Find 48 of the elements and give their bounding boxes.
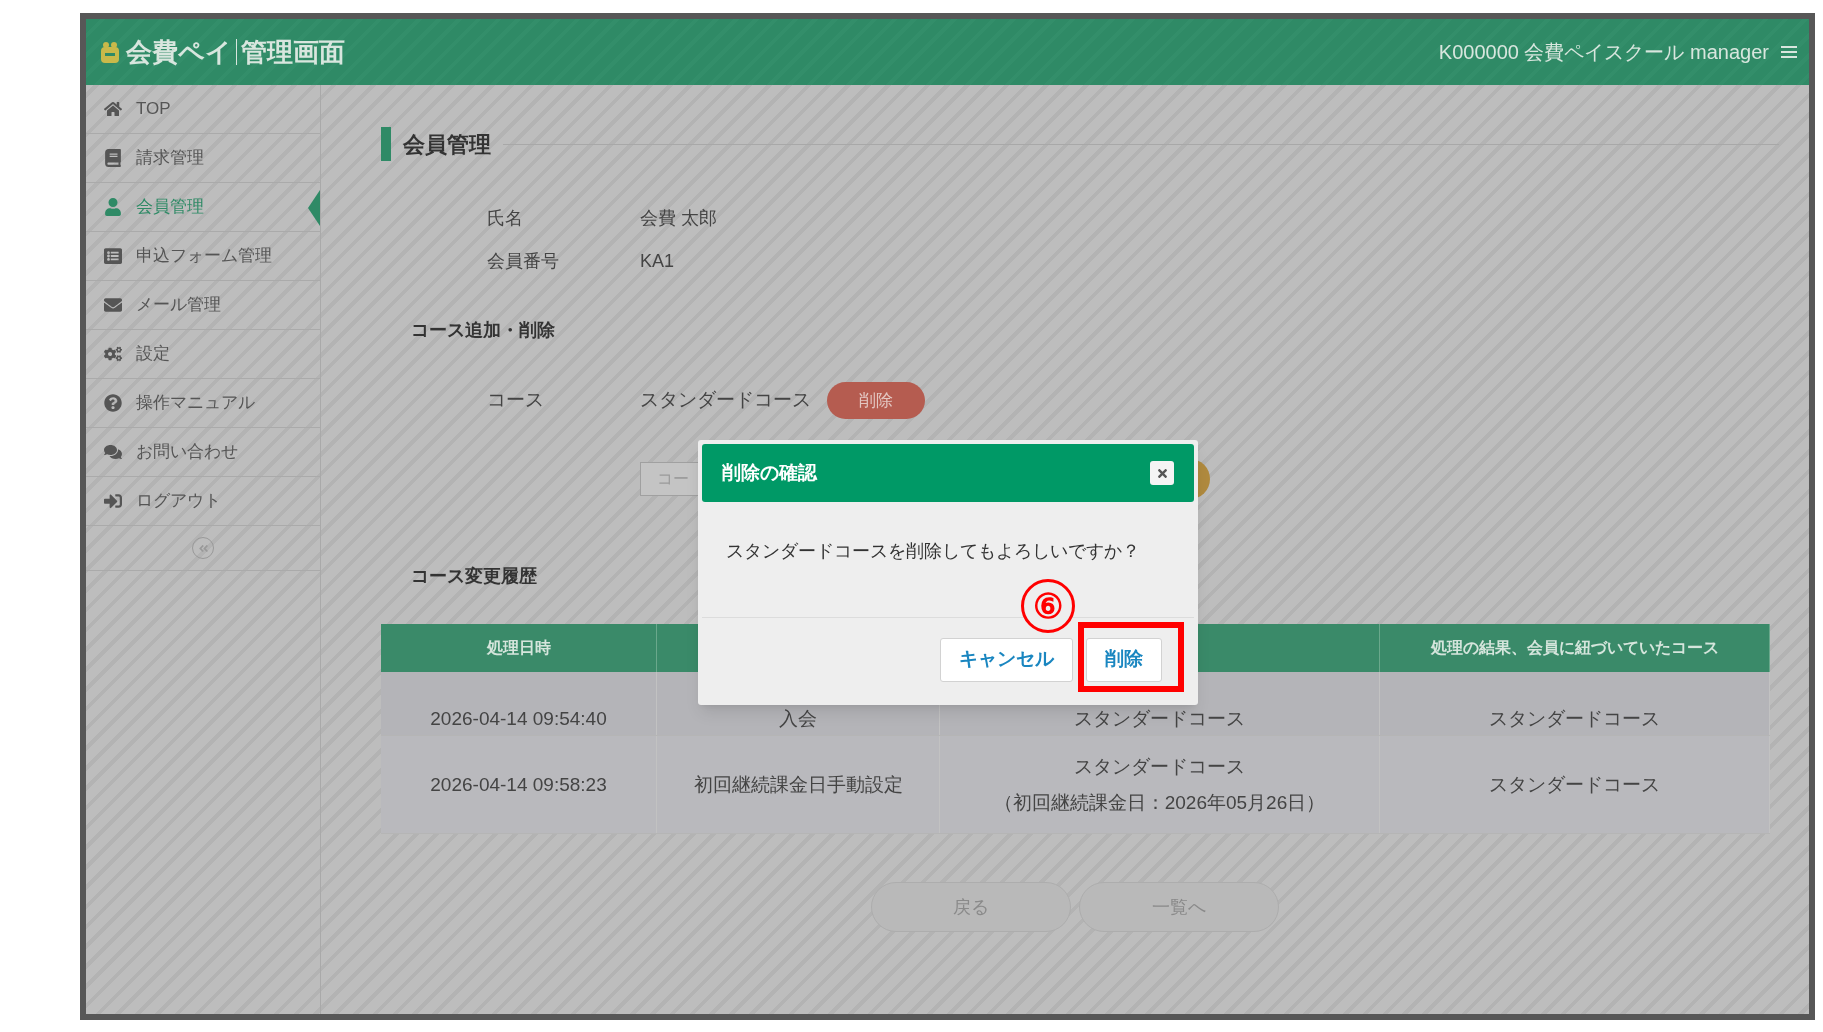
confirm-delete-button[interactable]: 削除 <box>1086 637 1162 682</box>
table-cell-line: （初回継続課金日：2026年05月26日） <box>993 790 1326 815</box>
course-name: スタンダードコース <box>640 388 811 413</box>
logo-icon <box>98 39 122 65</box>
home-icon <box>102 100 124 118</box>
sidebar-item[interactable]: 会員管理 <box>86 183 320 232</box>
user-icon <box>102 198 124 216</box>
field-label: 会員番号 <box>487 250 560 273</box>
cancel-button[interactable]: キャンセル <box>940 637 1073 682</box>
sidebar-item[interactable]: 設定 <box>86 330 320 379</box>
field-value: 会費 太郎 <box>640 207 717 230</box>
table-cell: 2026-04-14 09:54:40 <box>381 672 657 735</box>
table-cell-line: スタンダードコース <box>1074 754 1245 779</box>
chat-icon <box>102 443 124 461</box>
book-icon <box>102 149 124 167</box>
page-title: 会員管理 <box>403 130 491 159</box>
delete-button[interactable]: 削除 <box>827 382 925 419</box>
sidebar-item[interactable]: お問い合わせ <box>86 428 320 477</box>
table-cell: 2026-04-14 09:58:23 <box>381 736 657 833</box>
table-cell: 初回継続課金日手動設定 <box>657 736 940 833</box>
field-label: 氏名 <box>487 207 524 230</box>
app-logo: 会費ペイ <box>126 35 232 69</box>
table-cell: スタンダードコース <box>1380 672 1770 735</box>
field-label: コース <box>487 388 545 413</box>
app-subtitle: 管理画面 <box>241 35 345 69</box>
sidebar-item[interactable]: 申込フォーム管理 <box>86 232 320 281</box>
logout-icon <box>102 492 124 510</box>
table-cell: スタンダードコース <box>1380 736 1770 833</box>
active-indicator <box>308 190 320 226</box>
account-name[interactable]: K000000 会費ペイスクール manager <box>1438 37 1769 67</box>
sidebar-item[interactable]: メール管理 <box>86 281 320 330</box>
title-marker <box>381 127 391 161</box>
mail-icon <box>102 296 124 314</box>
sidebar-item[interactable]: 操作マニュアル <box>86 379 320 428</box>
sidebar-item[interactable]: 請求管理 <box>86 134 320 183</box>
dialog-title: 削除の確認 <box>722 460 817 485</box>
gears-icon <box>102 345 124 363</box>
close-icon <box>1155 466 1169 480</box>
menu-icon[interactable] <box>1781 45 1797 59</box>
section-heading: コース追加・削除 <box>411 319 555 342</box>
sidebar-item[interactable]: TOP <box>86 85 320 134</box>
field-value: KA1 <box>640 250 675 273</box>
dialog-message: スタンダードコースを削除してもよろしいですか？ <box>726 540 1140 563</box>
close-button[interactable] <box>1150 461 1174 485</box>
sidebar-item[interactable]: ログアウト <box>86 477 320 526</box>
list-icon <box>102 247 124 265</box>
section-heading: コース変更履歴 <box>411 565 537 588</box>
help-icon <box>102 394 124 412</box>
